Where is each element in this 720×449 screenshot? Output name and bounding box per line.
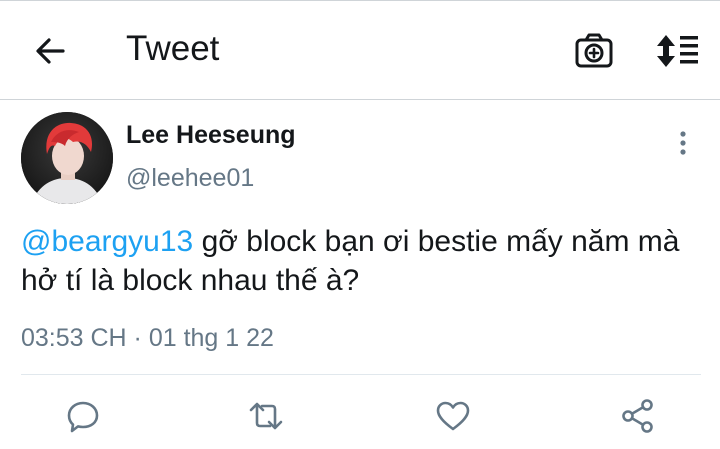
retweet-button[interactable] bbox=[246, 396, 286, 436]
arrow-left-icon bbox=[36, 38, 65, 64]
share-button[interactable] bbox=[618, 396, 658, 436]
avatar[interactable] bbox=[21, 112, 113, 204]
share-icon bbox=[622, 399, 653, 433]
author-display-name[interactable]: Lee Heeseung bbox=[126, 120, 296, 150]
mention-link[interactable]: @beargyu13 bbox=[21, 225, 193, 258]
page-title: Tweet bbox=[126, 29, 220, 68]
like-button[interactable] bbox=[433, 396, 473, 436]
sort-icon bbox=[657, 35, 698, 67]
tweet-timestamp: 03:53 CH · 01 thg 1 22 bbox=[21, 324, 274, 352]
divider bbox=[21, 374, 701, 375]
more-options-button[interactable] bbox=[670, 128, 696, 158]
camera-button[interactable] bbox=[574, 31, 614, 71]
camera-plus-icon bbox=[575, 33, 613, 68]
more-vertical-icon bbox=[680, 131, 686, 155]
reply-button[interactable] bbox=[63, 396, 103, 436]
avatar-photo bbox=[21, 112, 113, 204]
tweet-detail-screen: Tweet Lee Heeseung @leehee01 @beargyu13 … bbox=[0, 0, 720, 449]
back-button[interactable] bbox=[30, 31, 70, 71]
reply-icon bbox=[67, 401, 99, 433]
timeline-sort-button[interactable] bbox=[652, 31, 700, 71]
heart-icon bbox=[436, 401, 470, 431]
author-username[interactable]: @leehee01 bbox=[126, 163, 254, 193]
retweet-icon bbox=[249, 402, 283, 430]
top-app-bar: Tweet bbox=[0, 0, 720, 100]
tweet-action-bar bbox=[0, 390, 720, 446]
tweet-text: @beargyu13 gỡ block bạn ơi bestie mấy nă… bbox=[21, 222, 701, 300]
